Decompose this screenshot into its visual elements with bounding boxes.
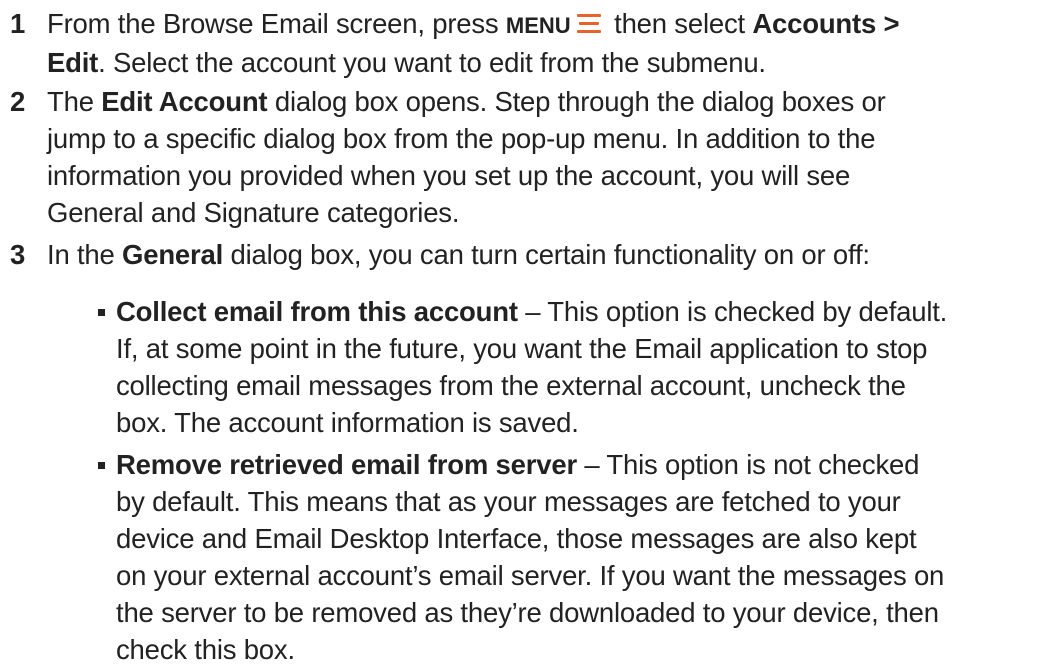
- menu-key-label: MENU: [505, 13, 571, 38]
- step-2-text-a: The: [47, 86, 102, 117]
- step-1-line-1: From the Browse Email screen, press MENU…: [47, 5, 1037, 44]
- step-3-body: In the General dialog box, you can turn …: [47, 236, 1037, 273]
- step-2: 2 The Edit Account dialog box opens. Ste…: [0, 83, 1050, 231]
- step-3: 3 In the General dialog box, you can tur…: [0, 236, 1050, 273]
- step-2-body: The Edit Account dialog box opens. Step …: [47, 83, 1037, 231]
- bullet-2-line-1: Remove retrieved email from server – Thi…: [116, 446, 1046, 483]
- bullet-1-rest: – This option is checked by default.: [517, 296, 948, 327]
- step-2-text-b: dialog box opens. Step through the dialo…: [267, 86, 886, 117]
- step-number: 1: [10, 8, 26, 39]
- bullet-2-line-3: device and Email Desktop Interface, thos…: [116, 523, 917, 554]
- menu-icon: [576, 11, 601, 35]
- bullet-2-line-4: on your external account’s email server.…: [116, 560, 945, 591]
- bullet-2-line-5: the server to be removed as they’re down…: [116, 597, 939, 628]
- step-1: 1 From the Browse Email screen, press ME…: [0, 5, 1050, 79]
- step-1-line-2: Edit. Select the account you want to edi…: [47, 44, 1037, 81]
- bullet-collect-email: Collect email from this account – This o…: [0, 293, 1050, 441]
- step-1-line-2-bold: Edit: [47, 47, 99, 78]
- step-2-line-2: jump to a specific dialog box from the p…: [47, 123, 876, 154]
- bullet-1-line-4: box. The account information is saved.: [116, 407, 579, 438]
- step-number: 3: [10, 239, 26, 270]
- bullet-marker: [98, 309, 105, 316]
- bullet-2-body: Remove retrieved email from server – Thi…: [116, 446, 1046, 668]
- step-2-line-1: The Edit Account dialog box opens. Step …: [47, 83, 1037, 120]
- bullet-1-line-1: Collect email from this account – This o…: [116, 293, 1046, 330]
- step-1-text-b: then select: [606, 8, 753, 39]
- step-2-line-3: information you provided when you set up…: [47, 160, 851, 191]
- step-1-text-c: . Select the account you want to edit fr…: [98, 47, 766, 78]
- step-3-text-b: dialog box, you can turn certain functio…: [223, 239, 871, 270]
- step-3-line-1: In the General dialog box, you can turn …: [47, 236, 1037, 273]
- step-2-bold-a: Edit Account: [101, 86, 268, 117]
- bullet-remove-retrieved: Remove retrieved email from server – Thi…: [0, 446, 1050, 666]
- bullet-2-rest: – This option is not checked: [576, 449, 920, 480]
- step-1-text-a: From the Browse Email screen, press: [47, 8, 506, 39]
- step-3-bold-a: General: [122, 239, 224, 270]
- bullet-1-line-3: collecting email messages from the exter…: [116, 370, 906, 401]
- step-3-text-a: In the: [47, 239, 123, 270]
- step-2-line-4: General and Signature categories.: [47, 197, 460, 228]
- step-1-body: From the Browse Email screen, press MENU…: [47, 5, 1037, 81]
- bullet-1-body: Collect email from this account – This o…: [116, 293, 1046, 441]
- bullet-1-line-2: If, at some point in the future, you wan…: [116, 333, 928, 364]
- bullet-1-title: Collect email from this account: [116, 296, 518, 327]
- bullet-2-line-6: check this box.: [116, 634, 295, 665]
- bullet-marker: [98, 462, 105, 469]
- bullet-2-line-2: by default. This means that as your mess…: [116, 486, 901, 517]
- document-page: 1 From the Browse Email screen, press ME…: [0, 0, 1050, 666]
- step-1-bold-b: Accounts >: [752, 8, 900, 39]
- bullet-2-title: Remove retrieved email from server: [116, 449, 577, 480]
- step-number: 2: [10, 86, 26, 117]
